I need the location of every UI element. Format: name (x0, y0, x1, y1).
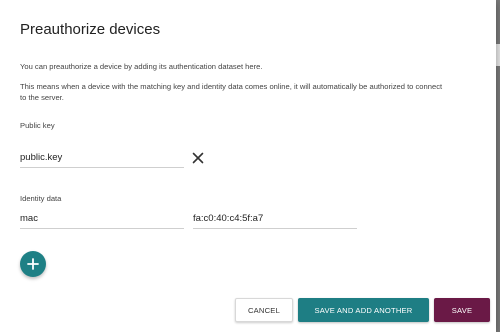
public-key-label: Public key (20, 121, 55, 130)
identity-value-input[interactable]: fa:c0:40:c4:5f:a7 (193, 211, 357, 229)
public-key-file-field[interactable]: public.key (20, 150, 184, 168)
remove-public-key-button[interactable] (190, 150, 206, 166)
add-identity-button[interactable] (20, 251, 46, 277)
cancel-button[interactable]: CANCEL (235, 298, 293, 322)
dialog-explanation: This means when a device with the matchi… (20, 82, 443, 102)
dialog-description: You can preauthorize a device by adding … (20, 62, 263, 71)
identity-key-input[interactable]: mac (20, 211, 184, 229)
plus-icon (27, 258, 39, 270)
save-button[interactable]: SAVE (434, 298, 490, 322)
close-icon (192, 152, 204, 164)
save-and-add-another-button[interactable]: SAVE AND ADD ANOTHER (298, 298, 429, 322)
preauthorize-dialog: Preauthorize devices You can preauthoriz… (0, 0, 496, 332)
dialog-title: Preauthorize devices (20, 21, 161, 38)
identity-data-label: Identity data (20, 194, 62, 203)
